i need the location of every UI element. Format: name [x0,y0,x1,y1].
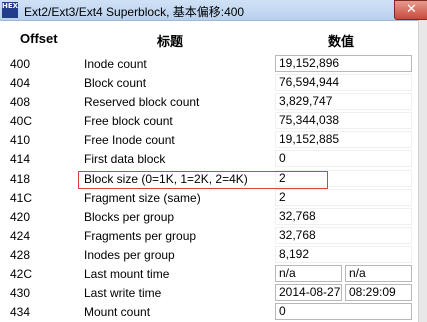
value-field[interactable]: 19,152,896 [275,55,412,72]
table-row: 414 First data block 0 [0,150,418,169]
row-offset: 40C [10,114,33,128]
row-label: Inode count [84,57,147,71]
value-field[interactable]: 76,594,944 [275,74,412,91]
value-field[interactable]: 3,829,747 [275,93,412,110]
row-offset: 414 [10,152,31,166]
row-offset: 434 [10,305,31,319]
header-title: 标题 [157,34,184,49]
table-row: 424 Fragments per group 32,768 [0,227,418,246]
header-value: 数值 [328,34,355,49]
close-button[interactable]: ✕ [394,0,427,20]
table-row: 434 Mount count 0 [0,303,418,322]
value-field[interactable]: 19,152,885 [275,131,412,148]
table-row: 430 Last write time 2014-08-2​7 08:29:09 [0,284,418,303]
row-label: Last mount time [84,267,170,281]
header-offset: Offset [20,31,58,46]
row-label: Block count [84,76,147,90]
value-field[interactable]: 75,344,038 [275,112,412,129]
title-bar: HEX Ext2/Ext3/Ext4 Superblock, 基本偏移:400 … [0,0,427,21]
row-label: Reserved block count [84,95,200,109]
row-label: Last write time [84,286,162,300]
table-row: 420 Blocks per group 32,768 [0,208,418,227]
table-row: 410 Free Inode count 19,152,885 [0,131,418,150]
value-field[interactable]: 32,768 [275,227,412,244]
row-label: Mount count [84,305,151,319]
value-field[interactable]: 8,192 [275,246,412,263]
row-offset: 424 [10,229,31,243]
row-label: Free block count [84,114,173,128]
value-field[interactable]: 0 [275,150,412,167]
highlight-box [78,171,328,189]
row-offset: 410 [10,133,31,147]
table-row: 41C Fragment size (same) 2 [0,189,418,208]
row-offset: 408 [10,95,31,109]
row-offset: 428 [10,248,31,262]
row-offset: 418 [10,172,31,186]
table-row: 404 Block count 76,594,944 [0,74,418,93]
table-header: Offset 标题 数值 [0,31,420,51]
date-field[interactable]: 2014-08-2​7 [275,284,342,301]
row-label: Free Inode count [84,133,175,147]
window-title: Ext2/Ext3/Ext4 Superblock, 基本偏移:400 [24,5,245,19]
hex-app-icon: HEX [2,2,18,18]
table-row: 400 Inode count 19,152,896 [0,55,418,74]
time-field[interactable]: 08:29:09 [345,284,412,301]
vertical-scrollbar[interactable] [418,20,427,322]
value-field[interactable]: 32,768 [275,208,412,225]
table-row: 42C Last mount time n/a n/a [0,265,418,284]
row-label: Fragment size (same) [84,191,201,205]
row-offset: 430 [10,286,31,300]
value-field[interactable]: 0 [275,303,412,320]
row-label: Fragments per group [84,229,197,243]
table-row: 40C Free block count 75,344,038 [0,112,418,131]
row-label: First data block [84,152,166,166]
row-offset: 400 [10,57,31,71]
row-label: Inodes per group [84,248,175,262]
value-field[interactable]: 2 [275,189,412,206]
value-field-secondary[interactable]: n/a [345,265,412,282]
row-offset: 420 [10,210,31,224]
row-label: Blocks per group [84,210,175,224]
table-row: 428 Inodes per group 8,192 [0,246,418,265]
row-offset: 42C [10,267,33,281]
table-row: 408 Reserved block count 3,829,747 [0,93,418,112]
value-field[interactable]: n/a [275,265,342,282]
row-offset: 404 [10,76,31,90]
row-offset: 41C [10,191,33,205]
